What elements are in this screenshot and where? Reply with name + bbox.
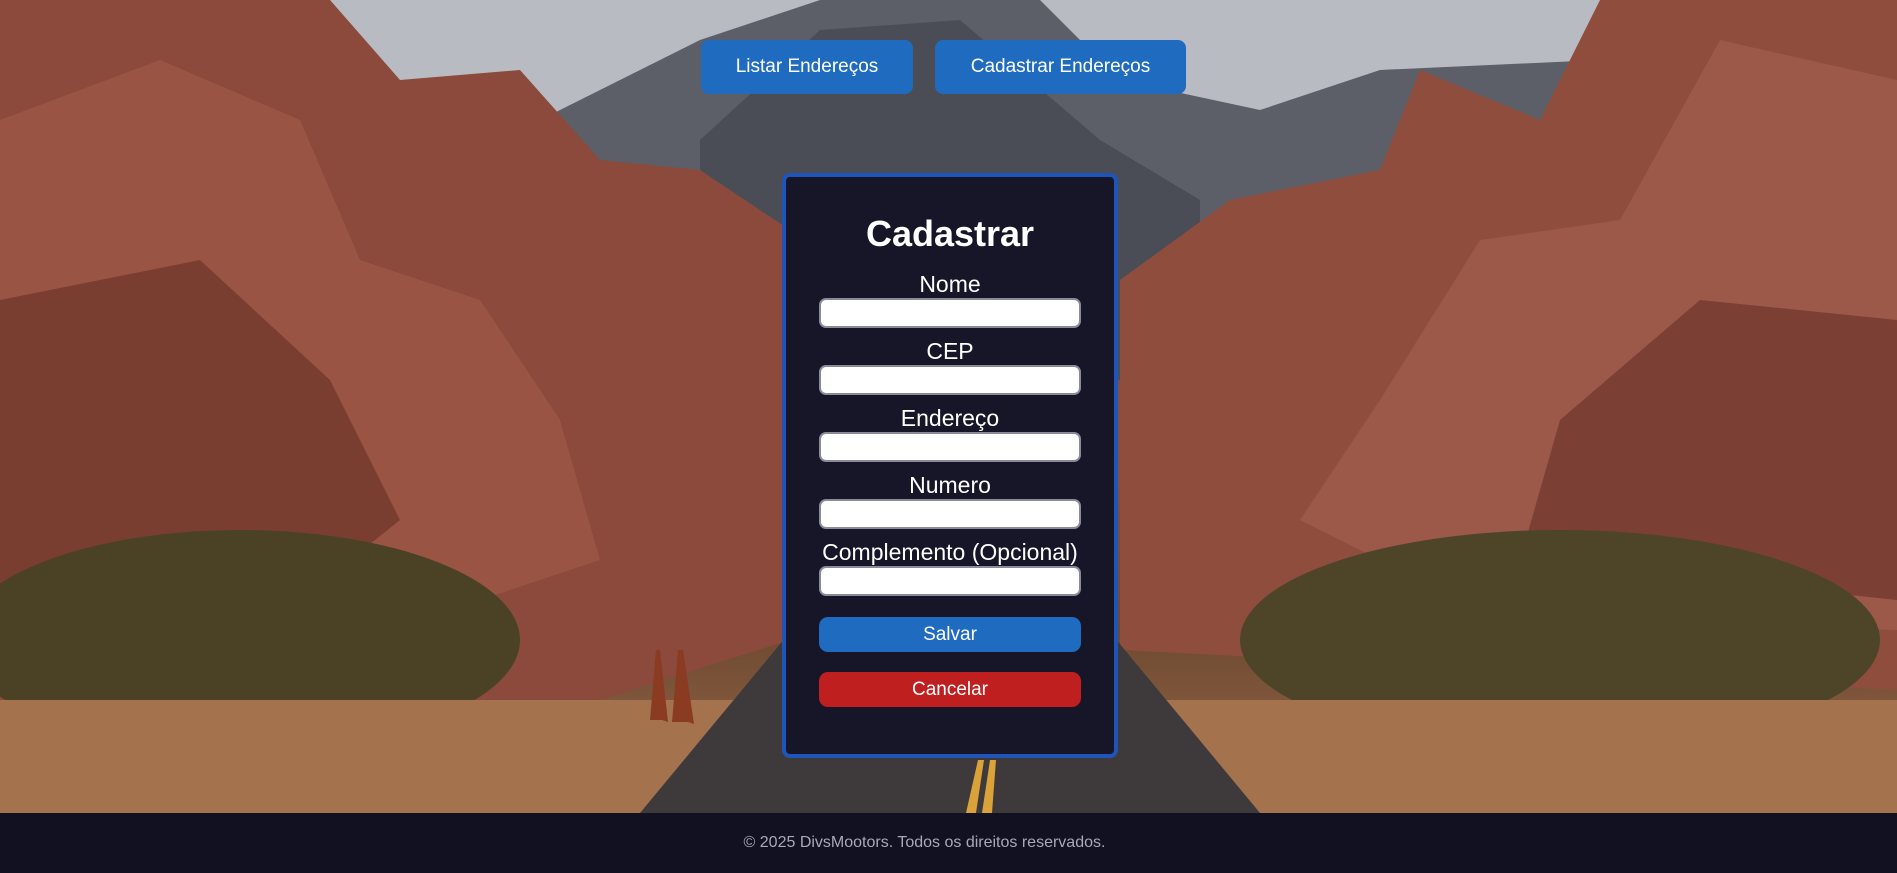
page-footer: © 2025 DivsMootors. Todos os direitos re… — [0, 813, 1897, 873]
complement-label: Complemento (Opcional) — [822, 539, 1078, 565]
cancel-button[interactable]: Cancelar — [819, 672, 1081, 707]
cep-label: CEP — [926, 338, 974, 364]
complement-input[interactable] — [819, 566, 1081, 596]
footer-copyright: © 2025 DivsMootors. Todos os direitos re… — [743, 834, 1106, 851]
top-navigation: Listar Endereços Cadastrar Endereços — [0, 40, 1897, 94]
address-input[interactable] — [819, 432, 1081, 462]
name-field-group: Nome — [819, 271, 1081, 338]
number-label: Numero — [909, 472, 991, 498]
name-label: Nome — [919, 271, 981, 297]
address-field-group: Endereço — [819, 405, 1081, 472]
name-input[interactable] — [819, 298, 1081, 328]
address-label: Endereço — [900, 405, 1000, 431]
form-title: Cadastrar — [865, 213, 1035, 254]
register-addresses-button[interactable]: Cadastrar Endereços — [935, 40, 1186, 94]
number-field-group: Numero — [819, 472, 1081, 539]
number-input[interactable] — [819, 499, 1081, 529]
register-form-card: Cadastrar Nome CEP Endereço Numero Compl… — [782, 173, 1118, 758]
cep-field-group: CEP — [819, 338, 1081, 405]
cep-input[interactable] — [819, 365, 1081, 395]
list-addresses-button[interactable]: Listar Endereços — [701, 40, 913, 94]
save-button[interactable]: Salvar — [819, 617, 1081, 652]
complement-field-group: Complemento (Opcional) — [819, 539, 1081, 606]
